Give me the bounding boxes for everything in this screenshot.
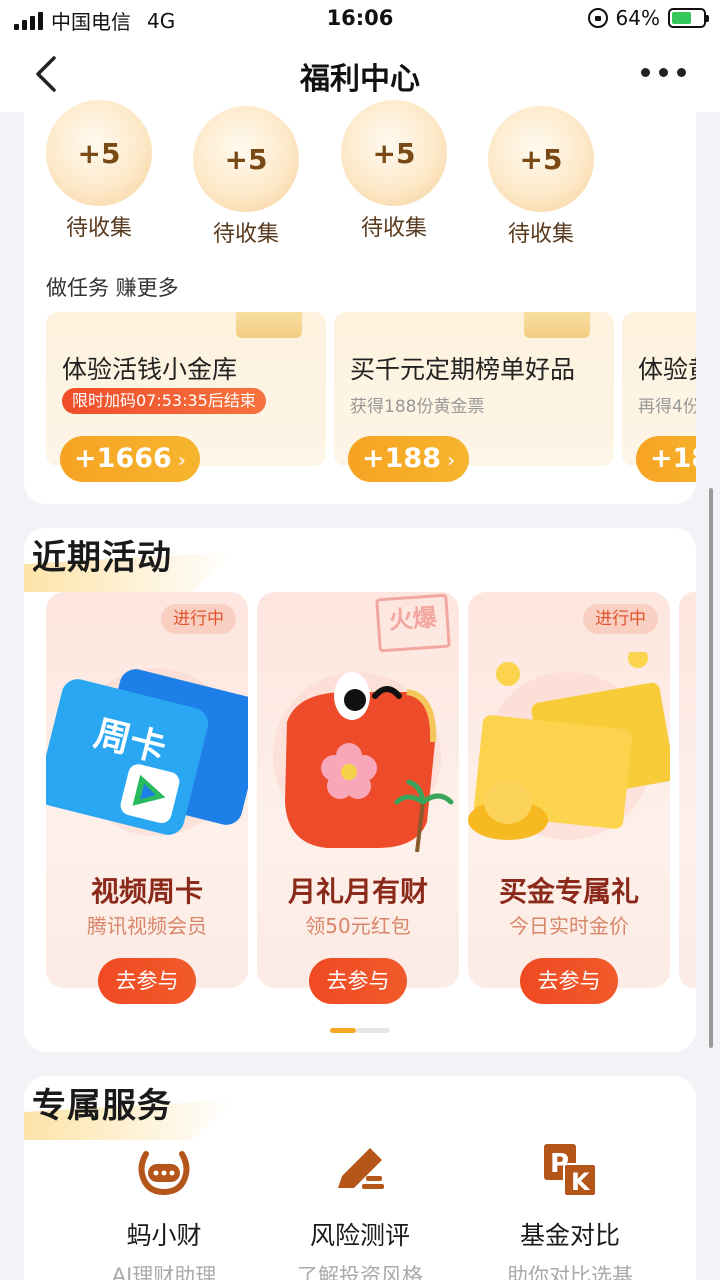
coin-item[interactable]: +5 待收集	[486, 106, 596, 248]
services-title: 专属服务	[32, 1086, 172, 1126]
svg-text:K: K	[571, 1168, 591, 1196]
page-title: 福利中心	[300, 62, 420, 97]
service-desc: AI理财助理	[111, 1264, 217, 1280]
service-desc: 了解投资风格	[297, 1264, 423, 1280]
activity-subtitle: 今日实时金价	[509, 914, 629, 938]
section-header: 近期活动	[24, 528, 244, 592]
gold-ticket-illustration	[468, 652, 670, 840]
join-button[interactable]: 去参与	[520, 958, 618, 1004]
join-button[interactable]: 去参与	[98, 958, 196, 1004]
gift-ribbon-icon	[524, 312, 590, 338]
service-item[interactable]: 风险测评 了解投资风格	[260, 1140, 460, 1280]
task-title: 体验黄	[638, 355, 696, 384]
battery-percent: 64%	[615, 6, 660, 30]
status-bar: 中国电信 4G 16:06 64%	[0, 0, 720, 38]
rotation-lock-icon	[587, 8, 608, 28]
coin-item[interactable]: +5 待收集	[191, 106, 301, 248]
task-title: 体验活钱小金库	[62, 355, 238, 384]
coin-label: 待收集	[507, 222, 574, 247]
task-title: 买千元定期榜单好品	[350, 355, 576, 384]
activities-title: 近期活动	[32, 538, 172, 578]
join-button[interactable]: 去参与	[309, 958, 407, 1004]
task-desc: 再得4份	[638, 397, 696, 417]
service-item[interactable]: 蚂小财 AI理财助理	[64, 1140, 264, 1280]
task-reward-button[interactable]: +188 ›	[348, 436, 470, 482]
coin-item[interactable]: +5 待收集	[44, 100, 154, 242]
tasks-card: +5 待收集 +5 待收集 +5 待收集 +5 待收集 做任务 赚更多 体验活钱…	[24, 100, 696, 504]
section-header: 专属服务	[24, 1076, 244, 1140]
activity-card-peek[interactable]	[679, 592, 696, 988]
coin-label: 待收集	[212, 222, 279, 247]
ai-assistant-icon	[138, 1151, 190, 1196]
hot-stamp: 火爆	[375, 593, 451, 653]
pen-edit-icon	[338, 1148, 384, 1189]
coin-label: 待收集	[360, 216, 427, 241]
task-reward-button[interactable]: +1666 ›	[60, 436, 201, 482]
task-reward-label: +18	[650, 443, 696, 474]
activities-card: 近期活动 进行中 周卡 视频周卡 腾讯视频会员 去参与 火爆 月礼月有财 领50…	[24, 528, 696, 1052]
task-countdown-badge: 限时加码07:53:35后结束	[62, 388, 266, 414]
red-envelope-mascot-illustration	[273, 672, 454, 852]
activity-subtitle: 腾讯视频会员	[87, 914, 207, 938]
activity-subtitle: 领50元红包	[305, 914, 411, 938]
video-weekly-card-illustration: 周卡	[46, 668, 248, 836]
task-desc: 获得188份黄金票	[350, 397, 485, 417]
coin-bubble[interactable]: +5	[193, 106, 299, 212]
battery-icon	[668, 8, 709, 28]
gift-ribbon-icon	[236, 312, 302, 338]
coin-bubble[interactable]: +5	[488, 106, 594, 212]
status-badge: 进行中	[583, 604, 658, 634]
service-name: 风险测评	[309, 1221, 410, 1250]
service-name: 蚂小财	[126, 1221, 202, 1250]
activity-title: 月礼月有财	[287, 875, 428, 908]
chevron-right-icon: ›	[446, 448, 456, 472]
activity-title: 买金专属礼	[498, 875, 639, 908]
status-badge: 进行中	[161, 604, 236, 634]
activity-title: 视频周卡	[90, 875, 203, 908]
pk-icon: P K	[544, 1144, 597, 1197]
activity-card[interactable]: 进行中 买金专属礼 今日实时金价	[468, 592, 670, 988]
service-desc: 助你对比选基	[507, 1264, 633, 1280]
chevron-right-icon: ›	[177, 448, 187, 472]
services-card: 专属服务 蚂小财 AI理财助理 风险测评 了解投资风格 P K 基金对比 助你对…	[24, 1076, 696, 1280]
status-right: 64%	[587, 6, 709, 30]
scrollbar[interactable]	[709, 488, 713, 1048]
carousel-indicator	[330, 1028, 390, 1033]
task-reward-label: +188	[362, 443, 441, 474]
task-reward-button[interactable]: +18	[636, 436, 696, 482]
tasks-section-title: 做任务 赚更多	[46, 276, 179, 300]
coin-item[interactable]: +5 待收集	[339, 100, 449, 242]
coin-bubble[interactable]: +5	[341, 100, 447, 206]
coin-label: 待收集	[65, 216, 132, 241]
task-reward-label: +1666	[74, 443, 172, 474]
more-options-icon[interactable]	[641, 68, 686, 77]
coin-bubble[interactable]: +5	[46, 100, 152, 206]
service-name: 基金对比	[519, 1221, 620, 1250]
carousel-dot-active	[330, 1028, 356, 1033]
activity-card[interactable]: 进行中 周卡 视频周卡 腾讯视频会员	[46, 592, 248, 988]
carousel-dot	[356, 1028, 390, 1033]
activity-card[interactable]: 火爆 月礼月有财 领50元红包	[257, 592, 459, 988]
service-item[interactable]: P K 基金对比 助你对比选基	[470, 1140, 670, 1280]
